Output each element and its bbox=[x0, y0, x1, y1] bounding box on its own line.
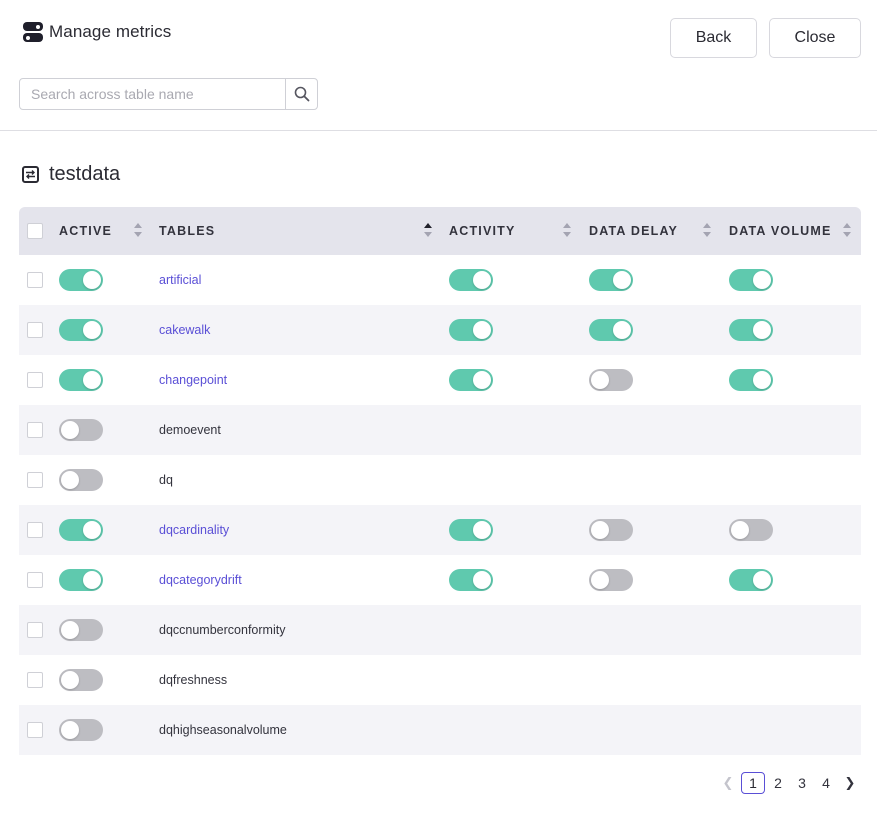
row-checkbox[interactable] bbox=[27, 322, 43, 338]
row-checkbox[interactable] bbox=[27, 422, 43, 438]
row-checkbox[interactable] bbox=[27, 722, 43, 738]
table-name: dqhighseasonalvolume bbox=[159, 723, 287, 737]
table-name[interactable]: cakewalk bbox=[159, 305, 210, 355]
metrics-table: ACTIVE TABLES ACTIVITY DATA DELAY DATA V… bbox=[19, 207, 861, 755]
active-toggle[interactable] bbox=[59, 519, 103, 541]
active-toggle[interactable] bbox=[59, 419, 103, 441]
sort-activity-icon[interactable] bbox=[563, 223, 571, 239]
row-checkbox[interactable] bbox=[27, 272, 43, 288]
activity-toggle[interactable] bbox=[449, 519, 493, 541]
section-heading: testdata bbox=[22, 163, 120, 186]
data-volume-toggle[interactable] bbox=[729, 269, 773, 291]
table-row: dqcategorydrift bbox=[19, 555, 861, 605]
table-name: dqfreshness bbox=[159, 673, 228, 687]
table-row: cakewalk bbox=[19, 305, 861, 355]
pagination: ❮ 1234 ❯ bbox=[716, 772, 862, 794]
activity-toggle[interactable] bbox=[449, 269, 493, 291]
activity-toggle[interactable] bbox=[449, 369, 493, 391]
active-toggle[interactable] bbox=[59, 269, 103, 291]
search-icon bbox=[294, 86, 309, 102]
page-1-button[interactable]: 1 bbox=[741, 772, 765, 794]
column-data-delay[interactable]: DATA DELAY bbox=[589, 207, 678, 255]
table-name: dqccnumberconformity bbox=[159, 623, 286, 637]
data-volume-toggle[interactable] bbox=[729, 369, 773, 391]
metrics-toggle-icon bbox=[23, 22, 43, 42]
table-row: demoevent bbox=[19, 405, 861, 455]
row-checkbox[interactable] bbox=[27, 522, 43, 538]
page-3-button[interactable]: 3 bbox=[790, 772, 814, 794]
column-active[interactable]: ACTIVE bbox=[59, 207, 112, 255]
active-toggle[interactable] bbox=[59, 719, 103, 741]
page-4-button[interactable]: 4 bbox=[814, 772, 838, 794]
data-delay-toggle[interactable] bbox=[589, 519, 633, 541]
active-toggle[interactable] bbox=[59, 369, 103, 391]
page-header: Manage metrics Back Close bbox=[0, 0, 877, 131]
table-name[interactable]: dqcardinality bbox=[159, 505, 229, 555]
table-name: demoevent bbox=[159, 423, 221, 437]
data-delay-toggle[interactable] bbox=[589, 569, 633, 591]
table-header: ACTIVE TABLES ACTIVITY DATA DELAY DATA V… bbox=[19, 207, 861, 255]
search-button[interactable] bbox=[285, 79, 317, 109]
section-title: testdata bbox=[49, 163, 121, 185]
active-toggle[interactable] bbox=[59, 319, 103, 341]
activity-toggle[interactable] bbox=[449, 319, 493, 341]
column-data-volume[interactable]: DATA VOLUME bbox=[729, 207, 832, 255]
close-button[interactable]: Close bbox=[769, 18, 861, 58]
table-name: dq bbox=[159, 473, 173, 487]
table-row: dqfreshness bbox=[19, 655, 861, 705]
table-swap-icon bbox=[22, 166, 39, 183]
row-checkbox[interactable] bbox=[27, 622, 43, 638]
active-toggle[interactable] bbox=[59, 569, 103, 591]
table-row: dq bbox=[19, 455, 861, 505]
row-checkbox[interactable] bbox=[27, 572, 43, 588]
title-area: Manage metrics bbox=[23, 22, 171, 42]
page-title: Manage metrics bbox=[49, 22, 172, 41]
search-input[interactable] bbox=[20, 79, 285, 109]
row-checkbox[interactable] bbox=[27, 372, 43, 388]
select-all-checkbox[interactable] bbox=[27, 223, 43, 239]
row-checkbox[interactable] bbox=[27, 472, 43, 488]
table-name[interactable]: artificial bbox=[159, 255, 201, 305]
data-delay-toggle[interactable] bbox=[589, 369, 633, 391]
table-row: dqccnumberconformity bbox=[19, 605, 861, 655]
next-page-icon[interactable]: ❯ bbox=[838, 772, 862, 794]
data-volume-toggle[interactable] bbox=[729, 319, 773, 341]
data-volume-toggle[interactable] bbox=[729, 519, 773, 541]
sort-tables-icon[interactable] bbox=[424, 223, 432, 239]
activity-toggle[interactable] bbox=[449, 569, 493, 591]
data-delay-toggle[interactable] bbox=[589, 269, 633, 291]
search-box bbox=[19, 78, 318, 110]
sort-data-delay-icon[interactable] bbox=[703, 223, 711, 239]
active-toggle[interactable] bbox=[59, 669, 103, 691]
sort-data-volume-icon[interactable] bbox=[843, 223, 851, 239]
table-name[interactable]: changepoint bbox=[159, 355, 227, 405]
table-row: changepoint bbox=[19, 355, 861, 405]
active-toggle[interactable] bbox=[59, 619, 103, 641]
active-toggle[interactable] bbox=[59, 469, 103, 491]
page-2-button[interactable]: 2 bbox=[766, 772, 790, 794]
table-body: artificial cakewalk changepoint demoevent dq… bbox=[19, 255, 861, 755]
data-volume-toggle[interactable] bbox=[729, 569, 773, 591]
row-checkbox[interactable] bbox=[27, 672, 43, 688]
page-list: 1234 bbox=[740, 772, 838, 794]
column-activity[interactable]: ACTIVITY bbox=[449, 207, 516, 255]
data-delay-toggle[interactable] bbox=[589, 319, 633, 341]
back-button[interactable]: Back bbox=[670, 18, 757, 58]
sort-active-icon[interactable] bbox=[134, 223, 142, 239]
table-row: dqcardinality bbox=[19, 505, 861, 555]
table-name[interactable]: dqcategorydrift bbox=[159, 555, 242, 605]
table-row: artificial bbox=[19, 255, 861, 305]
table-row: dqhighseasonalvolume bbox=[19, 705, 861, 755]
prev-page-icon[interactable]: ❮ bbox=[716, 772, 740, 794]
column-tables[interactable]: TABLES bbox=[159, 207, 215, 255]
